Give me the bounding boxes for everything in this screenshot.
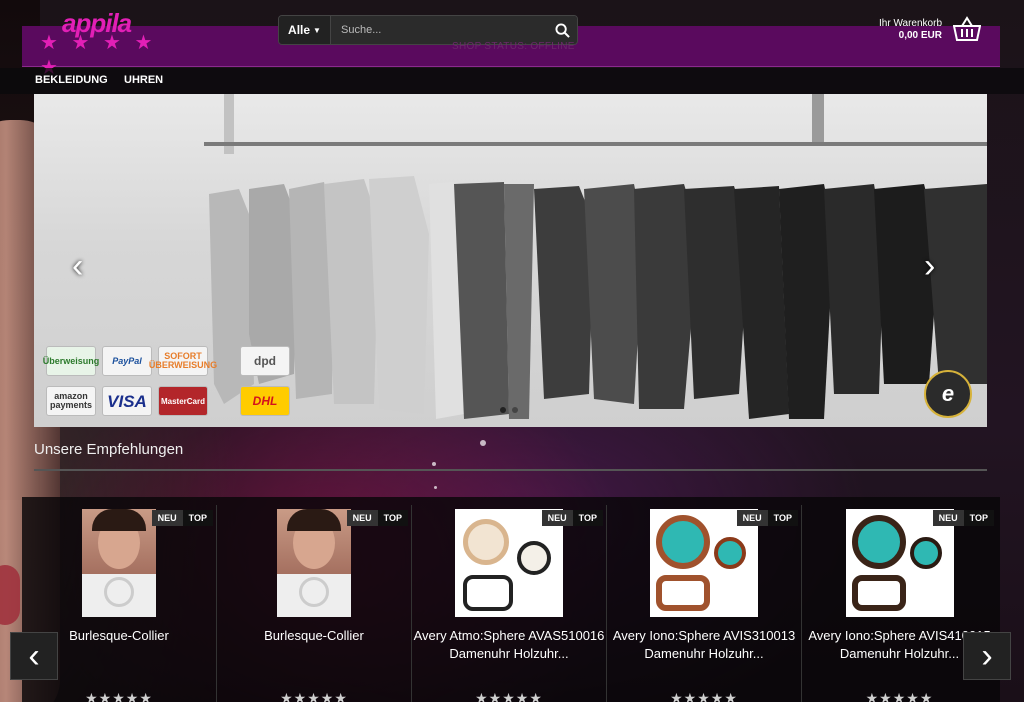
dpd-logo: dpd: [240, 346, 290, 376]
product-image-collier: [82, 509, 156, 617]
cart-amount: 0,00 EUR: [898, 30, 942, 41]
carousel-prev-button[interactable]: ‹: [10, 632, 58, 680]
search-category-label: Alle: [288, 23, 311, 37]
product-name[interactable]: Avery Iono:Sphere AVIS310013 Damenuhr Ho…: [607, 627, 801, 663]
product-rating: ★★★★★: [670, 690, 738, 702]
product-card[interactable]: NEU TOP Avery Iono:Sphere AVIS310013 Dam…: [607, 505, 802, 702]
clothing-rack-image: [209, 176, 987, 419]
nav-item-bekleidung[interactable]: BEKLEIDUNG: [35, 74, 108, 86]
search-category-dropdown[interactable]: Alle ▼: [279, 16, 331, 44]
sparkle: [480, 440, 486, 446]
sparkle: [434, 486, 437, 489]
product-rating: ★★★★★: [865, 690, 934, 702]
badge-top: TOP: [572, 510, 603, 526]
brand-logo[interactable]: appila ★ ★ ★ ★ ★: [40, 8, 160, 79]
product-image-collier: [277, 509, 351, 617]
section-divider: [34, 469, 987, 471]
trusted-shops-badge[interactable]: e: [924, 370, 972, 418]
hero-banner[interactable]: ‹ › Überweisung PayPal SOFORT ÜBERWEISUN…: [34, 94, 987, 427]
product-badges: NEU TOP: [346, 510, 408, 526]
search-button[interactable]: [547, 16, 577, 44]
badge-top: TOP: [767, 510, 798, 526]
nav-item-uhren[interactable]: UHREN: [124, 74, 163, 86]
product-name[interactable]: Burlesque-Collier: [217, 627, 411, 645]
product-rating: ★★★★★: [475, 690, 543, 702]
background-model-lips: [0, 565, 20, 625]
badge-top: TOP: [963, 510, 994, 526]
shipping-logos: dpd DHL: [240, 346, 290, 416]
product-badges: NEU TOP: [541, 510, 603, 526]
main-navigation: BEKLEIDUNG UHREN: [0, 68, 1024, 94]
visa-logo: VISA: [102, 386, 152, 416]
caret-down-icon: ▼: [313, 25, 321, 35]
paypal-logo: PayPal: [102, 346, 152, 376]
badge-new: NEU: [151, 510, 183, 526]
payment-logos-row: Überweisung PayPal SOFORT ÜBERWEISUNG: [43, 346, 217, 376]
banner-dot-1[interactable]: [500, 407, 506, 413]
mastercard-logo: MasterCard: [158, 386, 208, 416]
search-icon: [554, 22, 570, 38]
banner-next-arrow[interactable]: ›: [924, 249, 935, 283]
badge-top: TOP: [377, 510, 408, 526]
recommendations-title: Unsere Empfehlungen: [34, 441, 184, 458]
sofort-logo: SOFORT ÜBERWEISUNG: [149, 346, 217, 376]
product-card[interactable]: NEU TOP Burlesque-Collier ★★★★★: [217, 505, 412, 702]
cart-label: Ihr Warenkorb: [879, 18, 942, 29]
payment-logos-row: amazon payments VISA MasterCard: [46, 386, 208, 416]
product-rating: ★★★★★: [280, 690, 348, 702]
product-rating: ★★★★★: [85, 690, 153, 702]
badge-top: TOP: [182, 510, 213, 526]
cart-summary[interactable]: Ihr Warenkorb 0,00 EUR: [860, 18, 942, 42]
product-name[interactable]: Avery Atmo:Sphere AVAS510016 Damenuhr Ho…: [412, 627, 606, 663]
product-badges: NEU TOP: [932, 510, 994, 526]
badge-new: NEU: [932, 510, 964, 526]
shop-status-text: SHOP STATUS: OFFLINE: [452, 41, 575, 52]
search-input[interactable]: [331, 16, 547, 44]
badge-new: NEU: [541, 510, 573, 526]
amazon-payments-logo: amazon payments: [46, 386, 96, 416]
banner-dot-2[interactable]: [512, 407, 518, 413]
banner-prev-arrow[interactable]: ‹: [72, 249, 83, 283]
banner-pagination: [500, 407, 518, 413]
product-carousel: NEU TOP Burlesque-Collier ★★★★★ NEU TOP …: [22, 497, 1000, 702]
bank-transfer-logo: Überweisung: [43, 346, 99, 376]
product-badges: NEU TOP: [151, 510, 213, 526]
basket-icon[interactable]: [953, 16, 981, 42]
sparkle: [432, 462, 436, 466]
badge-new: NEU: [346, 510, 378, 526]
product-card[interactable]: NEU TOP Avery Atmo:Sphere AVAS510016 Dam…: [412, 505, 607, 702]
carousel-next-button[interactable]: ›: [963, 632, 1011, 680]
badge-new: NEU: [736, 510, 768, 526]
product-badges: NEU TOP: [736, 510, 798, 526]
dhl-logo: DHL: [240, 386, 290, 416]
